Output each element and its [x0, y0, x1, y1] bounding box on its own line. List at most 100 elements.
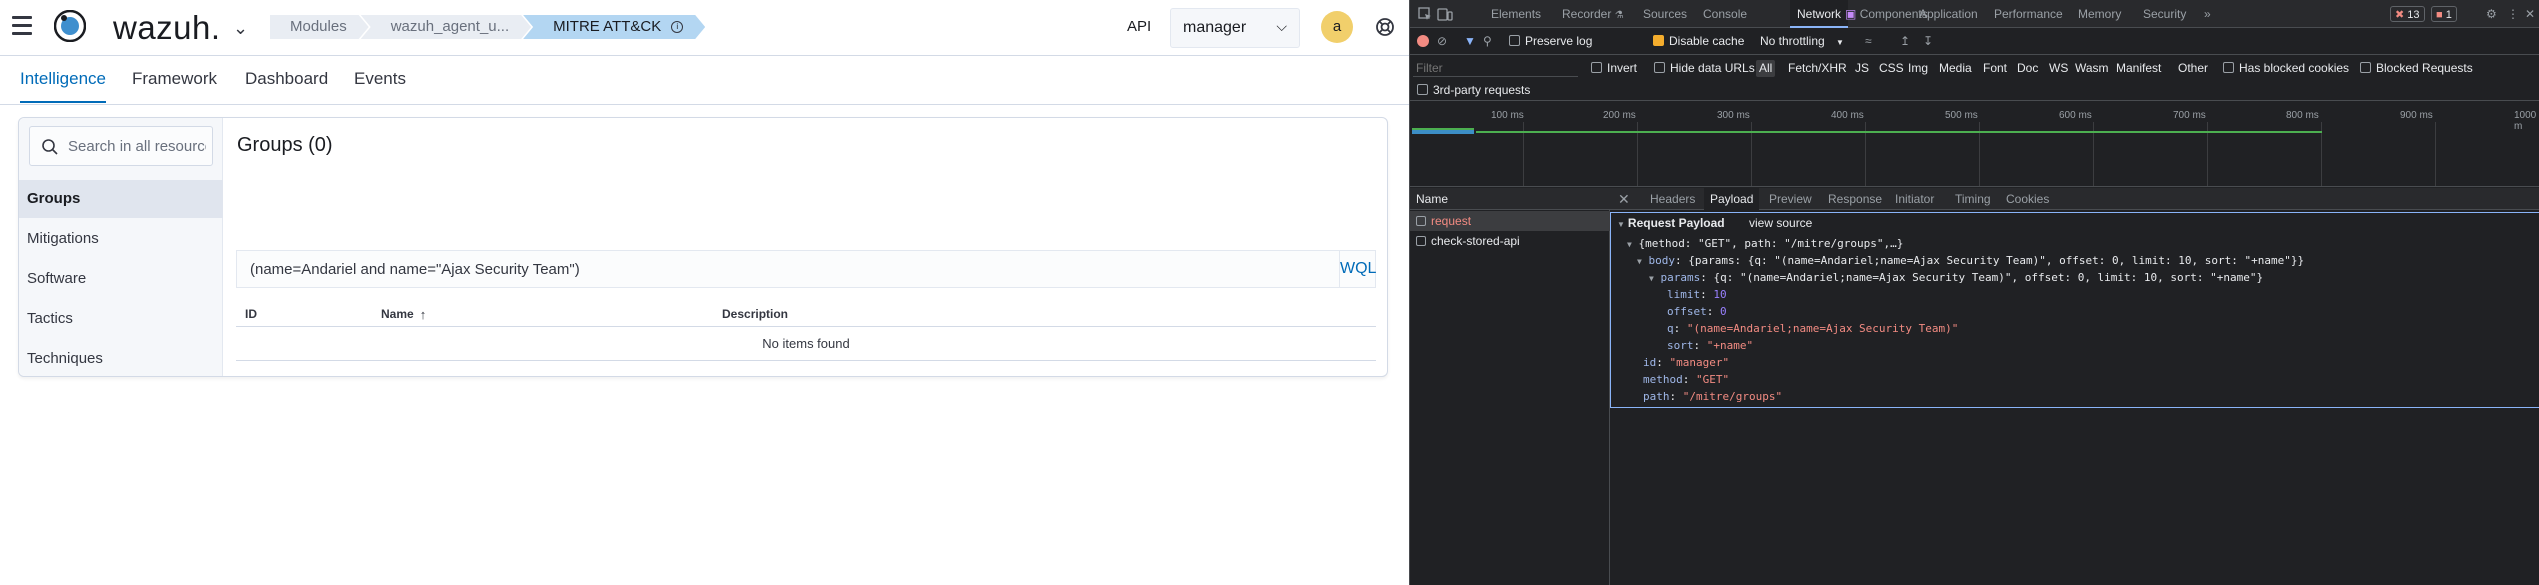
view-source-link[interactable]: view source [1749, 216, 1812, 230]
column-description[interactable]: Description [722, 307, 788, 321]
sidebar-item-software[interactable]: Software [19, 260, 223, 298]
column-id[interactable]: ID [245, 307, 257, 321]
payload-body[interactable]: ▼ body: {params: {q: "(name=Andariel;nam… [1637, 253, 2304, 270]
search-input[interactable] [68, 135, 206, 157]
info-icon[interactable]: i [671, 21, 683, 33]
hide-data-urls-checkbox[interactable]: Hide data URLs [1651, 60, 1758, 77]
payload-path: path: "/mitre/groups" [1643, 390, 1783, 403]
tab-framework[interactable]: Framework [132, 69, 217, 101]
hamburger-menu-icon[interactable] [12, 16, 32, 38]
devtools-tab-elements[interactable]: Elements [1484, 0, 1548, 28]
devtools-tab-console[interactable]: Console [1696, 0, 1754, 28]
more-tabs-icon[interactable]: » [2197, 0, 2218, 28]
close-devtools-icon[interactable]: ✕ [2518, 0, 2539, 28]
payload-root[interactable]: ▼ {method: "GET", path: "/mitre/groups",… [1627, 236, 1903, 253]
help-lifebuoy-icon[interactable] [1375, 17, 1395, 37]
logo-text[interactable]: wazuh. [113, 9, 221, 47]
tab-intelligence[interactable]: Intelligence [20, 69, 107, 103]
breadcrumb-mitre-label: MITRE ATT&CK [553, 18, 662, 35]
filter-type-js[interactable]: JS [1852, 60, 1872, 77]
devtools-tab-performance[interactable]: Performance [1987, 0, 2070, 28]
filter-type-other[interactable]: Other [2175, 60, 2211, 77]
expanded-triangle-icon: ▼ [1627, 240, 1632, 249]
devtools-tab-sources[interactable]: Sources [1636, 0, 1694, 28]
filter-type-fetch-xhr[interactable]: Fetch/XHR [1785, 60, 1850, 77]
export-har-icon[interactable]: ↧ [1923, 28, 1933, 55]
filter-type-media[interactable]: Media [1936, 60, 1975, 77]
blocked-cookies-checkbox[interactable]: Has blocked cookies [2220, 60, 2352, 77]
filter-type-ws[interactable]: WS [2046, 60, 2071, 77]
devtools-tab-recorder-label: Recorder [1562, 7, 1612, 21]
blocked-requests-checkbox[interactable]: Blocked Requests [2357, 60, 2476, 77]
error-icon: ✖ [2395, 9, 2405, 21]
detail-tab-timing[interactable]: Timing [1949, 188, 1997, 210]
clear-icon[interactable]: ⊘ [1437, 28, 1447, 55]
tick-label: 900 ms [2400, 110, 2433, 121]
sidebar-item-techniques[interactable]: Techniques [19, 340, 223, 378]
close-icon[interactable]: ✕ [1618, 191, 1630, 208]
invert-checkbox[interactable]: Invert [1588, 60, 1640, 77]
tab-events[interactable]: Events [354, 69, 406, 101]
detail-tab-payload[interactable]: Payload [1704, 188, 1760, 210]
sidebar-item-tactics[interactable]: Tactics [19, 300, 223, 338]
filter-type-manifest[interactable]: Manifest [2113, 60, 2164, 77]
chevron-down-icon[interactable]: ⌄ [233, 18, 248, 39]
warning-count-badge[interactable]: ■ 1 [2431, 6, 2457, 22]
name-column-header[interactable]: Name [1410, 188, 1610, 210]
inspect-element-icon[interactable] [1417, 6, 1433, 22]
payload-id: id: "manager" [1643, 356, 1730, 369]
disable-cache-checkbox[interactable]: Disable cache [1653, 28, 1744, 55]
error-count-badge[interactable]: ✖ 13 [2390, 6, 2425, 22]
filter-type-doc[interactable]: Doc [2014, 60, 2041, 77]
search-icon[interactable]: ⚲ [1483, 28, 1492, 55]
filter-type-css[interactable]: CSS [1876, 60, 1907, 77]
detail-tab-initiator[interactable]: Initiator [1889, 188, 1940, 210]
network-conditions-icon[interactable]: ≈ [1865, 28, 1872, 55]
breadcrumb-agent[interactable]: wazuh_agent_u... [361, 15, 531, 39]
devtools-tab-security[interactable]: Security [2136, 0, 2193, 28]
detail-tab-cookies[interactable]: Cookies [2000, 188, 2055, 210]
devtools-tab-application[interactable]: Application [1912, 0, 1985, 28]
wql-button[interactable]: WQL [1339, 251, 1376, 287]
wazuh-logo-icon[interactable] [54, 10, 86, 42]
filter-input[interactable] [1413, 60, 1578, 77]
third-party-checkbox[interactable]: 3rd-party requests [1414, 82, 1533, 99]
intelligence-panel: Groups Mitigations Software Tactics Tech… [18, 117, 1388, 377]
search-icon [42, 139, 58, 155]
payload-method-value: "GET" [1696, 373, 1730, 386]
detail-tab-preview[interactable]: Preview [1763, 188, 1818, 210]
import-har-icon[interactable]: ↥ [1900, 28, 1910, 55]
filter-type-wasm[interactable]: Wasm [2072, 60, 2112, 77]
chevron-down-icon: ⌵ [1276, 18, 1287, 34]
network-timeline[interactable]: 100 ms 200 ms 300 ms 400 ms 500 ms 600 m… [1410, 102, 2539, 187]
sidebar-item-mitigations[interactable]: Mitigations [19, 220, 223, 258]
request-row-check-stored-api[interactable]: check-stored-api [1410, 231, 1610, 251]
content-title: Groups (0) [237, 134, 333, 156]
record-stop-icon[interactable] [1417, 28, 1429, 55]
payload-header[interactable]: ▼ Request Payload [1617, 216, 1725, 230]
user-avatar[interactable]: a [1321, 11, 1353, 43]
query-bar[interactable]: (name=Andariel and name="Ajax Security T… [236, 250, 1376, 288]
sidebar-item-groups[interactable]: Groups [19, 180, 223, 218]
expanded-triangle-icon: ▼ [1617, 220, 1625, 229]
throttling-select[interactable]: No throttling ▼ [1760, 28, 1844, 55]
device-toolbar-icon[interactable] [1437, 6, 1453, 22]
tick-label: 1000 m [2514, 110, 2537, 132]
query-input[interactable]: (name=Andariel and name="Ajax Security T… [250, 261, 580, 278]
breadcrumb-modules[interactable]: Modules [270, 15, 369, 39]
payload-params[interactable]: ▼ params: {q: "(name=Andariel;name=Ajax … [1649, 270, 2263, 287]
column-name[interactable]: Name ↑ [381, 307, 426, 322]
filter-type-font[interactable]: Font [1980, 60, 2010, 77]
checkbox-icon [1509, 35, 1520, 46]
preserve-log-checkbox[interactable]: Preserve log [1509, 28, 1592, 55]
tab-dashboard[interactable]: Dashboard [245, 69, 328, 101]
detail-tab-response[interactable]: Response [1822, 188, 1888, 210]
detail-tab-headers[interactable]: Headers [1644, 188, 1701, 210]
devtools-tab-recorder[interactable]: Recorder ⚗ [1555, 0, 1631, 28]
filter-type-img[interactable]: Img [1905, 60, 1931, 77]
api-select[interactable]: manager ⌵ [1170, 8, 1300, 48]
filter-funnel-icon[interactable]: ▼ [1464, 28, 1476, 55]
filter-type-all[interactable]: All [1756, 60, 1776, 77]
request-row-request[interactable]: request [1410, 211, 1610, 231]
devtools-tab-memory[interactable]: Memory [2071, 0, 2128, 28]
